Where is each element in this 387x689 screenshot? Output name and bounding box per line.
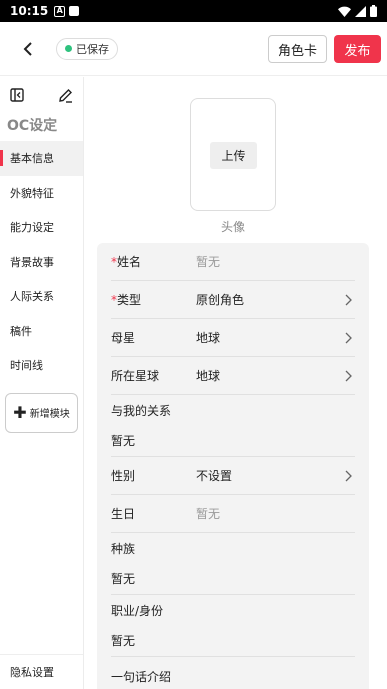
saved-dot-icon: [65, 45, 72, 52]
home-star-label: 母星: [111, 331, 136, 345]
sidebar-toolbar: [0, 77, 83, 113]
sidebar-item-timeline[interactable]: 时间线: [0, 348, 83, 383]
basic-info-form: *姓名 暂无 *类型 原创角色 母星 地球 所在星球 地球 与我的关系 暂无 性…: [97, 243, 369, 689]
type-label: *类型: [111, 291, 196, 308]
current-star-row[interactable]: 所在星球 地球: [111, 357, 355, 395]
back-arrow-icon: [23, 41, 32, 56]
current-star-label: 所在星球: [111, 369, 160, 383]
birthday-label: 生日: [111, 507, 136, 521]
notification-a-icon: A: [54, 5, 66, 17]
sidebar-title: OC设定: [7, 118, 58, 134]
name-label-text: 姓名: [117, 255, 142, 269]
sidebar-item-abilities[interactable]: 能力设定: [0, 210, 83, 245]
top-bar: 已保存 角色卡 发布: [0, 22, 387, 76]
status-time: 10:15: [10, 4, 49, 18]
gender-value: 不设置: [196, 469, 233, 483]
edit-icon[interactable]: [58, 88, 73, 103]
home-star-value: 地球: [196, 331, 221, 345]
collapse-sidebar-icon[interactable]: [10, 88, 24, 102]
sidebar: OC设定 基本信息 外貌特征 能力设定 背景故事 人际关系 稿件 时间线 ✚ 新…: [0, 77, 84, 689]
add-module-button[interactable]: ✚ 新增模块: [5, 392, 78, 433]
back-button[interactable]: [8, 29, 48, 69]
chevron-right-icon: [345, 294, 352, 306]
birthday-row[interactable]: 生日 暂无: [111, 495, 355, 533]
home-star-row[interactable]: 母星 地球: [111, 319, 355, 357]
sidebar-item-backstory[interactable]: 背景故事: [0, 245, 83, 280]
battery-icon: [370, 5, 377, 17]
gender-label: 性别: [111, 469, 136, 483]
saved-badge: 已保存: [56, 37, 118, 60]
intro-row[interactable]: 一句话介绍: [111, 657, 355, 689]
saved-label: 已保存: [76, 42, 109, 56]
birthday-value: 暂无: [196, 507, 221, 521]
upload-button[interactable]: 上传: [210, 142, 257, 169]
main-content: 上传 头像 *姓名 暂无 *类型 原创角色 母星 地球 所在星球 地球 与我的关…: [84, 77, 387, 689]
race-value: 暂无: [111, 572, 136, 586]
relation-label: 与我的关系: [111, 404, 172, 418]
race-label: 种族: [111, 542, 136, 556]
sidebar-item-basic-info[interactable]: 基本信息: [0, 141, 83, 176]
chevron-right-icon: [345, 332, 352, 344]
chevron-right-icon: [345, 470, 352, 482]
avatar-upload-box[interactable]: 上传: [190, 98, 276, 211]
type-row[interactable]: *类型 原创角色: [111, 281, 355, 319]
name-value: 暂无: [196, 255, 221, 269]
occupation-row[interactable]: 职业/身份 暂无: [111, 595, 355, 657]
character-card-button[interactable]: 角色卡: [268, 35, 327, 63]
publish-button[interactable]: 发布: [334, 35, 381, 63]
status-bar: 10:15 A: [0, 0, 387, 22]
plus-icon: ✚: [13, 402, 27, 422]
race-row[interactable]: 种族 暂无: [111, 533, 355, 595]
add-module-label: 新增模块: [29, 409, 70, 420]
notification-square-icon: [69, 6, 80, 16]
name-row[interactable]: *姓名 暂无: [111, 243, 355, 281]
sidebar-item-relationships[interactable]: 人际关系: [0, 279, 83, 314]
type-label-text: 类型: [117, 293, 142, 307]
signal-icon: [355, 5, 366, 17]
relation-value: 暂无: [111, 434, 136, 448]
wifi-icon: [338, 6, 351, 17]
privacy-settings-item[interactable]: 隐私设置: [0, 654, 83, 689]
current-star-value: 地球: [196, 369, 221, 383]
sidebar-item-appearance[interactable]: 外貌特征: [0, 176, 83, 211]
relation-row[interactable]: 与我的关系 暂无: [111, 395, 355, 457]
name-label: *姓名: [111, 253, 196, 270]
occupation-value: 暂无: [111, 634, 136, 648]
sidebar-item-manuscripts[interactable]: 稿件: [0, 314, 83, 349]
avatar-caption: 头像: [220, 220, 245, 234]
chevron-right-icon: [345, 370, 352, 382]
gender-row[interactable]: 性别 不设置: [111, 457, 355, 495]
occupation-label: 职业/身份: [111, 604, 164, 618]
type-value: 原创角色: [196, 293, 245, 307]
intro-label: 一句话介绍: [111, 669, 172, 684]
